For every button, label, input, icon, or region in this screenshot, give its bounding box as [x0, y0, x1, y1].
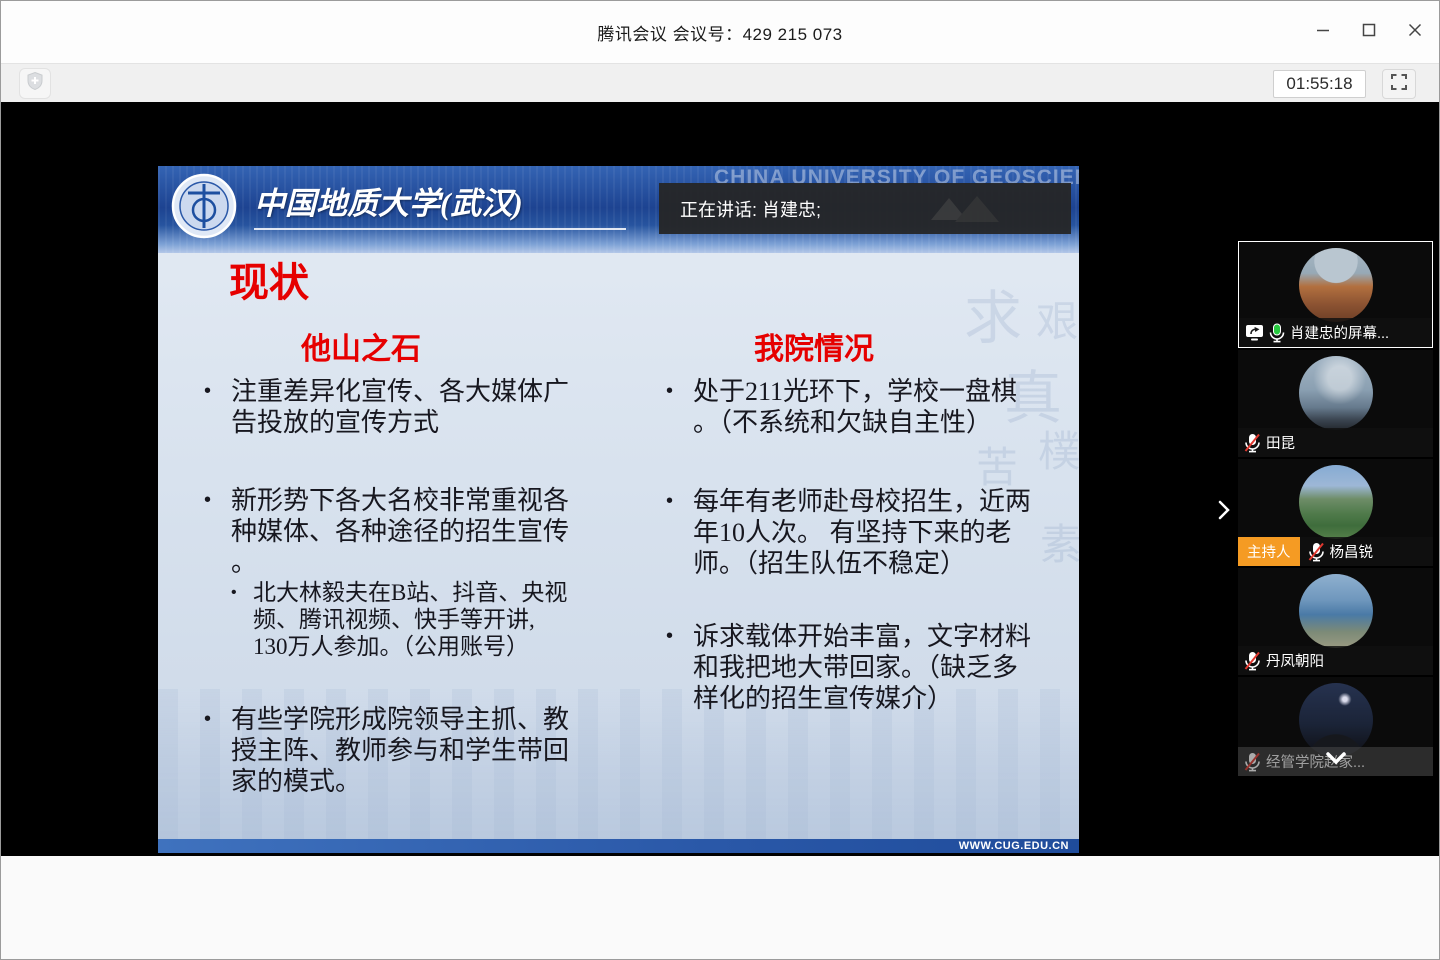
active-speaker-banner: 正在讲话: 肖建忠;	[659, 183, 1071, 234]
participant-name: 杨昌锐	[1330, 541, 1374, 562]
bullet-marker: •	[204, 485, 231, 578]
mic-muted-icon	[1244, 651, 1261, 671]
bullet-item: •处于211光环下，学校一盘棋 。（不系统和欠缺自主性）	[666, 376, 1050, 438]
participant-name: 田昆	[1266, 432, 1295, 453]
mic-muted-icon	[1308, 542, 1325, 562]
participant-tile[interactable]: 经管学院赵家...	[1238, 677, 1433, 776]
sub-bullet-item: •北大林毅夫在B站、抖音、央视 频、腾讯视频、快手等开讲, 130万人参加。（公…	[231, 579, 578, 660]
university-name: 中国地质大学(武汉)	[254, 178, 626, 230]
bottom-toolbar: 解除静音 开启视频 共享屏幕 邀请 成员(43)	[1, 856, 1439, 960]
avatar	[1299, 465, 1373, 539]
active-speaker-label: 正在讲话: 肖建忠;	[680, 196, 821, 222]
window-controls	[1315, 1, 1423, 63]
right-column-heading: 我院情况	[666, 324, 1050, 362]
timer-value: 01:55:18	[1286, 74, 1352, 94]
left-column-heading: 他山之石	[204, 324, 578, 362]
avatar	[1299, 356, 1373, 430]
meeting-info-bar: 01:55:18	[1, 63, 1439, 102]
avatar	[1299, 248, 1373, 322]
fullscreen-icon	[1390, 73, 1408, 96]
bullet-marker: •	[666, 486, 693, 579]
participant-tile-host[interactable]: 主持人 杨昌锐	[1238, 459, 1433, 566]
expand-panel-chevron[interactable]	[1211, 496, 1237, 528]
bullet-item: •每年有老师赴母校招生，近两 年10人次。 有坚持下来的老 师。（招生队伍不稳定…	[666, 486, 1050, 579]
bullet-text: 新形势下各大名校非常重视各 种媒体、各种途径的招生宣传 。	[231, 485, 569, 578]
bullet-item: •新形势下各大名校非常重视各 种媒体、各种途径的招生宣传 。	[204, 485, 578, 578]
bullet-marker: •	[666, 376, 693, 438]
bullet-text: 北大林毅夫在B站、抖音、央视 频、腾讯视频、快手等开讲, 130万人参加。（公用…	[253, 579, 567, 660]
participant-label: 丹凤朝阳	[1238, 646, 1433, 675]
bullet-marker: •	[666, 621, 693, 714]
meeting-watermark-icon	[925, 192, 1013, 231]
minimize-button[interactable]	[1315, 24, 1331, 40]
collapse-strip-chevron[interactable]	[1322, 750, 1350, 773]
maximize-icon	[1362, 23, 1376, 42]
minimize-icon	[1316, 23, 1330, 42]
participant-name: 丹凤朝阳	[1266, 650, 1324, 671]
host-badge: 主持人	[1238, 537, 1300, 566]
participant-tile[interactable]: 田昆	[1238, 350, 1433, 457]
fullscreen-button[interactable]	[1382, 69, 1416, 99]
bullet-text: 处于211光环下，学校一盘棋 。（不系统和欠缺自主性）	[693, 376, 1017, 438]
shield-plus-icon	[26, 71, 44, 96]
avatar	[1299, 574, 1373, 648]
bullet-marker: •	[204, 704, 231, 797]
participant-label: 主持人 杨昌锐	[1238, 537, 1433, 566]
participant-label: 田昆	[1238, 428, 1433, 457]
slide-footer: WWW.CUG.EDU.CN	[158, 839, 1079, 853]
bullet-item: •注重差异化宣传、各大媒体广 告投放的宣传方式	[204, 376, 578, 438]
meeting-timer: 01:55:18	[1273, 70, 1366, 98]
participant-panel: 肖建忠的屏幕... 田昆 主持人 杨昌锐	[1238, 241, 1433, 776]
shared-screen-slide: 中国地质大学(武汉) CHINA UNIVERSITY OF GEOSCIENC…	[158, 166, 1079, 853]
mic-muted-icon	[1244, 433, 1261, 453]
bullet-marker: •	[204, 376, 231, 438]
chevron-down-icon	[1322, 755, 1350, 772]
bullet-item: •有些学院形成院领导主抓、教 授主阵、教师参与和学生带回 家的模式。	[204, 704, 578, 797]
close-button[interactable]	[1407, 24, 1423, 40]
bullet-item: •诉求载体开始丰富，文字材料 和我把地大带回家。（缺乏多 样化的招生宣传媒介）	[666, 621, 1050, 714]
slide-title: 现状	[229, 250, 309, 308]
maximize-button[interactable]	[1361, 24, 1377, 40]
mic-on-icon	[1269, 323, 1285, 343]
bullet-text: 每年有老师赴母校招生，近两 年10人次。 有坚持下来的老 师。（招生队伍不稳定）	[693, 486, 1031, 579]
participant-tile-sharing[interactable]: 肖建忠的屏幕...	[1238, 241, 1433, 348]
chevron-right-icon	[1216, 498, 1232, 527]
avatar	[1299, 683, 1373, 757]
participant-tile[interactable]: 丹凤朝阳	[1238, 568, 1433, 675]
close-icon	[1408, 23, 1422, 42]
meeting-window: 腾讯会议 会议号：429 215 073 01:55:18	[0, 0, 1440, 960]
bullet-text: 诉求载体开始丰富，文字材料 和我把地大带回家。（缺乏多 样化的招生宣传媒介）	[693, 621, 1031, 714]
title-bar: 腾讯会议 会议号：429 215 073	[1, 1, 1439, 63]
slide-right-column: 我院情况 •处于211光环下，学校一盘棋 。（不系统和欠缺自主性） •每年有老师…	[666, 324, 1050, 714]
participant-name: 肖建忠的屏幕...	[1290, 322, 1389, 343]
bullet-text: 有些学院形成院领导主抓、教 授主阵、教师参与和学生带回 家的模式。	[231, 704, 569, 797]
bullet-text: 注重差异化宣传、各大媒体广 告投放的宣传方式	[231, 376, 569, 438]
slide-left-column: 他山之石 •注重差异化宣传、各大媒体广 告投放的宣传方式 •新形势下各大名校非常…	[204, 324, 578, 797]
mic-muted-icon	[1244, 752, 1261, 772]
video-stage: 中国地质大学(武汉) CHINA UNIVERSITY OF GEOSCIENC…	[1, 102, 1439, 856]
university-logo	[171, 173, 237, 244]
screen-share-icon	[1245, 324, 1264, 341]
participant-name: 经管学院赵家...	[1266, 751, 1365, 772]
participant-label: 肖建忠的屏幕...	[1239, 318, 1432, 347]
bullet-marker: •	[231, 579, 253, 660]
window-title: 腾讯会议 会议号：429 215 073	[597, 20, 842, 45]
security-shield-button[interactable]	[19, 68, 51, 99]
